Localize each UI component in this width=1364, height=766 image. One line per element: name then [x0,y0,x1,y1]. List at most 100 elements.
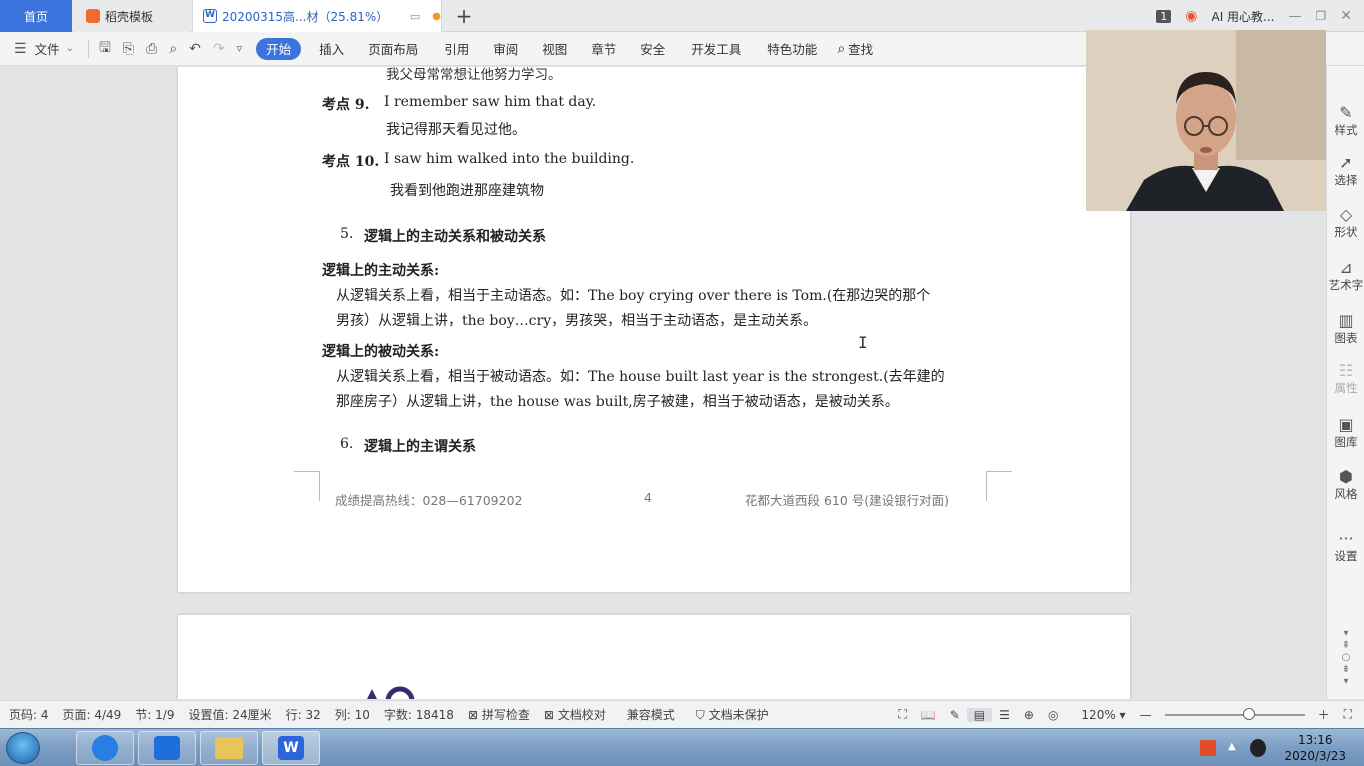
item9-english: I remember saw him that day. [384,94,597,110]
spell-check-button[interactable]: ⊠ 拼写检查 [461,706,537,723]
folder-icon [215,737,243,759]
side-properties[interactable]: ☷ 属性 [1327,362,1364,396]
tab-insert[interactable]: 插入 [309,32,354,66]
protect-button[interactable]: ⛉ 文档未保护 [689,706,776,723]
status-section: 节: 1/9 [135,708,175,722]
wps-icon: W [278,736,304,760]
ai-assistant-label[interactable]: AI 用心教... [1211,8,1274,25]
new-tab-button[interactable]: + [452,0,476,32]
tab-layout[interactable]: 页面布局 [354,32,432,66]
search-button[interactable]: ⌕ 查找 [829,32,881,66]
format-painter-icon[interactable]: ⎘ [117,32,140,66]
side-props-label: 属性 [1334,381,1358,395]
tab-features[interactable]: 特色功能 [755,32,829,66]
proofread-button[interactable]: ⊠ 文档校对 [537,706,613,723]
file-menu[interactable]: 文件 ⌄ [33,32,84,66]
zoom-value: 120% [1081,707,1116,722]
clock-date: 2020/3/23 [1284,749,1346,763]
side-select[interactable]: ➚ 选择 [1327,154,1364,188]
undo-icon[interactable]: ↶ [183,32,207,66]
taskbar-app-video[interactable] [138,731,196,765]
side-shape[interactable]: ◇ 形状 [1327,206,1364,240]
save-icon[interactable]: 🖫 [93,32,117,66]
zoom-out-icon[interactable]: — [1133,708,1159,722]
presenter-video [1086,30,1326,211]
proofread-label: 文档校对 [557,708,606,722]
item9-chinese: 我记得那天看见过他。 [386,122,526,138]
next-page[interactable] [178,615,1130,699]
web-view-icon[interactable]: ⊕ [1017,708,1041,722]
minimize-icon[interactable]: — [1289,9,1302,24]
document-page[interactable]: 我父母常常想让他努力学习。 考点 9. I remember saw him t… [178,67,1130,592]
unsaved-dot-icon: ● [432,10,441,22]
edit-mode-icon[interactable]: ✎ [943,708,967,722]
zoom-level[interactable]: 120% ▾ [1065,708,1132,722]
taskbar-app-wps[interactable]: W [262,731,320,765]
tab-template[interactable]: 稻壳模板 [74,0,190,32]
active-line2: 男孩）从逻辑上讲，the boy…cry，男孩哭，相当于主动语态，是主动关系。 [336,313,818,329]
tab-template-label: 稻壳模板 [105,9,154,24]
section5-title: 逻辑上的主动关系和被动关系 [364,229,546,245]
print-icon[interactable]: ⎙ [140,32,163,66]
print-preview-icon[interactable]: ⌕ [163,32,183,66]
side-style[interactable]: ✎ 样式 [1327,104,1364,138]
page-view-icon[interactable]: ▤ [966,707,993,722]
taskbar-app-browser[interactable] [76,731,134,765]
restore-icon[interactable]: ❐ [1316,9,1327,23]
tab-bar: 首页 稻壳模板 W 20200315高...材（25.81%） ▭ ● + 1 … [0,0,1364,32]
side-settings[interactable]: ··· 设置 [1327,530,1364,564]
compat-mode[interactable]: 兼容模式 [613,706,689,723]
side-theme-label: 风格 [1334,487,1358,501]
section6-title: 逻辑上的主谓关系 [364,439,476,455]
status-word-count[interactable]: 字数: 18418 [377,706,461,723]
passive-line2: 那座房子）从逻辑上讲，the house was built,房子被建，相当于被… [336,394,899,410]
tab-window-icon[interactable]: ▭ [410,10,420,23]
window-count-badge[interactable]: 1 [1156,9,1172,23]
ime-icon[interactable] [1200,740,1216,756]
taskbar-app-explorer[interactable] [200,731,258,765]
tab-security[interactable]: 安全 [628,32,677,66]
side-theme[interactable]: ⬢ 风格 [1327,468,1364,502]
zoom-slider-knob[interactable] [1242,707,1255,720]
more-quick-icon[interactable]: ▿ [231,32,249,66]
active-line1: 从逻辑关系上看，相当于主动语态。如：The boy crying over th… [336,288,931,304]
side-style-label: 样式 [1334,123,1358,137]
cut-line: 我父母常常想让他努力学习。 [386,67,562,83]
clock[interactable]: 13:16 2020/3/23 [1284,732,1346,764]
spell-check-label: 拼写检查 [481,708,530,722]
status-page[interactable]: 页面: 4/49 [56,706,129,723]
crop-mark [294,471,320,501]
qq-icon[interactable] [1250,739,1266,757]
side-settings-label: 设置 [1334,549,1358,563]
fullscreen-icon[interactable]: ⛶ [891,707,913,722]
outline-view-icon[interactable]: ☰ [992,708,1017,722]
tab-reference[interactable]: 引用 [432,32,481,66]
eye-protect-icon[interactable]: ◎ [1041,708,1065,722]
close-icon[interactable]: ✕ [1340,8,1352,24]
menu-icon[interactable]: ☰ [0,32,33,66]
protect-label: 文档未保护 [708,708,769,722]
tab-start[interactable]: 开始 [256,37,302,60]
zoom-in-icon[interactable]: ＋ [1311,706,1337,723]
tab-chapter[interactable]: 章节 [579,32,628,66]
side-art-label: 艺术字 [1328,278,1364,292]
page-nav[interactable]: ▾ ⇞ ○ ⇟ ▾ [1327,628,1364,688]
tab-dev-tools[interactable]: 开发工具 [677,32,755,66]
zoom-slider[interactable] [1164,707,1305,720]
side-chart[interactable]: ▥ 图表 [1327,312,1364,346]
side-library-label: 图库 [1334,435,1358,449]
tab-view[interactable]: 视图 [530,32,579,66]
side-library[interactable]: ▣ 图库 [1327,416,1364,450]
tab-home[interactable]: 首页 [0,0,72,32]
crop-mark [986,471,1012,501]
start-button[interactable] [6,732,40,764]
read-mode-icon[interactable]: 📖 [914,708,943,722]
redo-icon[interactable]: ↷ [207,32,231,66]
tab-document[interactable]: W 20200315高...材（25.81%） ▭ ● [192,0,442,32]
side-art-text[interactable]: ⊿ 艺术字 [1327,259,1364,293]
tray-expand-icon[interactable]: ▲ [1228,741,1236,752]
tab-review[interactable]: 审阅 [481,32,530,66]
fit-window-icon[interactable]: ⛶ [1337,707,1364,722]
docer-icon [86,9,100,23]
passive-line1: 从逻辑关系上看，相当于被动语态。如：The house built last y… [336,369,945,385]
